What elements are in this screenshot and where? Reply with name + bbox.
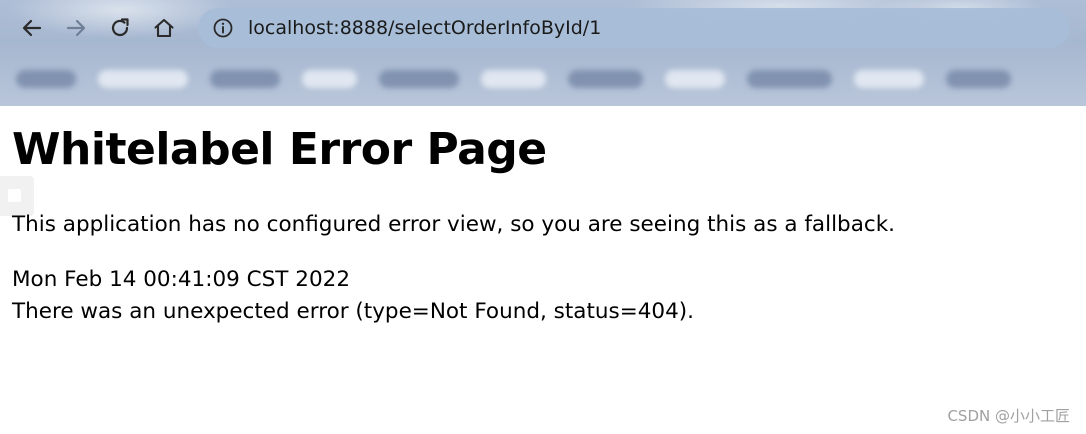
home-icon <box>154 18 174 38</box>
site-info-icon[interactable] <box>212 17 234 39</box>
address-bar[interactable]: localhost:8888/selectOrderInfoById/1 <box>198 8 1070 48</box>
error-status: There was an unexpected error (type=Not … <box>12 299 694 324</box>
forward-arrow-icon <box>66 19 86 37</box>
url-text[interactable]: localhost:8888/selectOrderInfoById/1 <box>248 17 601 39</box>
bookmark-item[interactable] <box>665 70 725 88</box>
browser-chrome: localhost:8888/selectOrderInfoById/1 <box>0 0 1086 106</box>
bookmark-item[interactable] <box>210 70 280 88</box>
bookmarks-bar <box>16 56 1086 102</box>
watermark: CSDN @小小工匠 <box>947 407 1070 425</box>
bookmark-item[interactable] <box>481 70 546 88</box>
bookmark-item[interactable] <box>568 70 643 88</box>
error-message: This application has no configured error… <box>12 212 895 237</box>
error-details: Mon Feb 14 00:41:09 CST 2022 There was a… <box>12 264 1072 328</box>
bookmark-item[interactable] <box>747 70 832 88</box>
error-timestamp: Mon Feb 14 00:41:09 CST 2022 <box>12 267 350 292</box>
error-page-content: Whitelabel Error Page This application h… <box>12 120 1072 328</box>
forward-button[interactable] <box>56 8 96 48</box>
back-button[interactable] <box>12 8 52 48</box>
browser-toolbar: localhost:8888/selectOrderInfoById/1 <box>0 6 1086 50</box>
home-button[interactable] <box>144 8 184 48</box>
bookmark-item[interactable] <box>854 70 924 88</box>
bookmark-item[interactable] <box>302 70 357 88</box>
bookmark-item[interactable] <box>98 70 188 88</box>
bookmark-item[interactable] <box>16 70 76 88</box>
bookmark-item[interactable] <box>379 70 459 88</box>
bookmark-item[interactable] <box>946 70 1011 88</box>
reload-icon <box>111 18 129 37</box>
reload-button[interactable] <box>100 8 140 48</box>
back-arrow-icon <box>22 19 42 37</box>
page-title: Whitelabel Error Page <box>12 124 547 175</box>
